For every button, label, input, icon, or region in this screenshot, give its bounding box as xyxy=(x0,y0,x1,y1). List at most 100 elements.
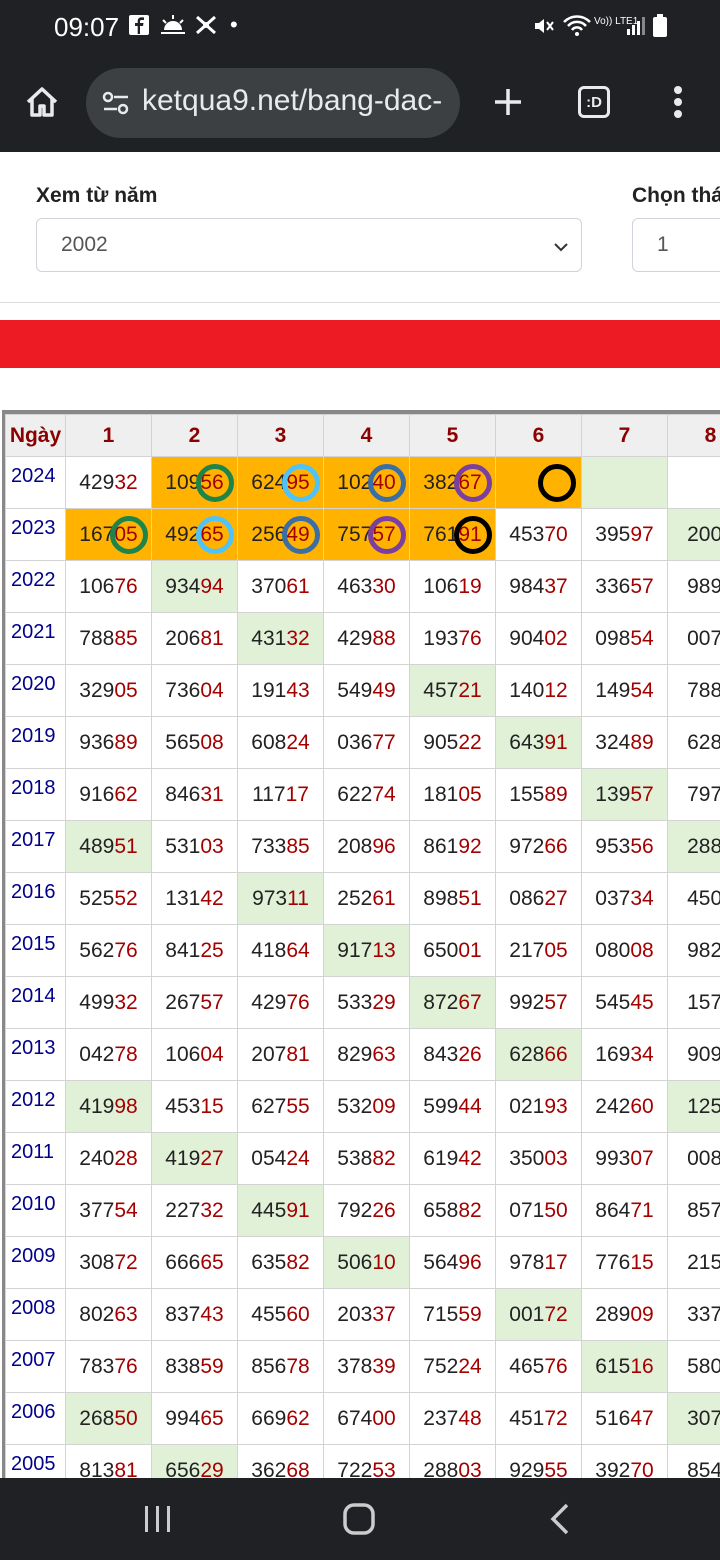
result-cell: 23748 xyxy=(409,1392,496,1445)
result-head-digits: 533 xyxy=(337,990,373,1014)
result-tail-digits: 89 xyxy=(114,730,138,754)
result-cell: 2882 xyxy=(667,820,720,873)
result-head-digits: 149 xyxy=(595,678,631,702)
result-head-digits: 465 xyxy=(509,1354,545,1378)
result-cell: 59944 xyxy=(409,1080,496,1133)
result-tail-digits: 11 xyxy=(287,886,309,910)
result-cell: 79226 xyxy=(323,1184,410,1237)
result-tail-digits: 76 xyxy=(114,574,138,598)
result-head-digits: 776 xyxy=(595,1250,631,1274)
result-tail-digits: 54 xyxy=(630,678,654,702)
table-row: 2021 78885 20681 43132 42988 19376 90402 09854 0… xyxy=(5,612,720,665)
result-head-digits: 392 xyxy=(595,1458,631,1479)
result-cell: 2004 xyxy=(667,508,720,561)
year-cell: 2010 xyxy=(5,1184,66,1237)
result-head-digits: 635 xyxy=(251,1250,287,1274)
site-settings-icon[interactable] xyxy=(102,90,130,121)
day-header: 1 xyxy=(65,414,152,457)
month-select[interactable]: 1 xyxy=(632,218,720,272)
recent-apps-icon[interactable] xyxy=(128,1496,188,1542)
result-head-digits: 203 xyxy=(337,1302,373,1326)
result-cell: 14012 xyxy=(495,664,582,717)
result-tail-digits: 42 xyxy=(200,886,224,910)
mute-icon xyxy=(532,14,556,44)
result-cell: 20681 xyxy=(151,612,238,665)
result-cell: 24260 xyxy=(581,1080,668,1133)
signal-icon xyxy=(626,14,646,42)
result-tail-digits: 51 xyxy=(114,834,138,858)
result-cell: 30872 xyxy=(65,1236,152,1289)
result-tail-digits: 24 xyxy=(458,1354,482,1378)
result-head-digits: 252 xyxy=(337,886,373,910)
result-tail-digits: 29 xyxy=(200,1458,224,1479)
result-cell: 83859 xyxy=(151,1340,238,1393)
result-tail-digits: 57 xyxy=(630,574,654,598)
result-cell: 45315 xyxy=(151,1080,238,1133)
table-row: 2022 10676 93494 37061 46330 10619 98437 33657 9… xyxy=(5,560,720,613)
result-cell: 42988 xyxy=(323,612,410,665)
back-icon[interactable] xyxy=(530,1496,590,1542)
day-header: 5 xyxy=(409,414,496,457)
result-head-digits: 455 xyxy=(251,1302,287,1326)
result-head-digits: 418 xyxy=(251,938,287,962)
more-menu-icon[interactable] xyxy=(652,76,704,128)
battery-icon xyxy=(652,14,668,44)
result-cell: 66962 xyxy=(237,1392,324,1445)
result-tail-digits: 57 xyxy=(544,990,568,1014)
result-tail-digits: 45 xyxy=(630,990,654,1014)
result-tail-digits: 76 xyxy=(286,990,310,1014)
result-cell: 46330 xyxy=(323,560,410,613)
result-cell: 25649 xyxy=(237,508,324,561)
table-row: 2024 42932 10956 62495 10240 38267 xyxy=(5,456,720,509)
table-row: 2008 80263 83743 45560 20337 71559 00172 28909 3… xyxy=(5,1288,720,1341)
url-text[interactable]: ketqua9.net/bang-dac- xyxy=(142,84,446,118)
status-time: 09:07 xyxy=(54,12,120,42)
result-head-digits: 953 xyxy=(595,834,631,858)
result-head-digits: 736 xyxy=(165,678,201,702)
result-head-digits: 846 xyxy=(165,782,201,806)
result-tail-digits: 49 xyxy=(372,678,396,702)
result-tail-digits: 32 xyxy=(114,470,138,494)
day-header: 4 xyxy=(323,414,410,457)
result-head-digits: 377 xyxy=(79,1198,115,1222)
result-cell: 89851 xyxy=(409,872,496,925)
results-table-container[interactable]: Ngày 12345678 2024 42932 10956 62495 10240 38… xyxy=(2,410,720,1478)
result-cell: 35003 xyxy=(495,1132,582,1185)
home-button-icon[interactable] xyxy=(329,1496,389,1542)
year-select[interactable]: 2002 xyxy=(36,218,582,272)
result-tail-digits: 52 xyxy=(114,886,138,910)
result-cell: 42932 xyxy=(65,456,152,509)
result-head-digits: 545 xyxy=(595,990,631,1014)
result-tail-digits: 55 xyxy=(286,1094,310,1118)
result-tail-digits: 26 xyxy=(372,1198,396,1222)
result-tail-digits: 12 xyxy=(544,678,568,702)
result-head-digits: 864 xyxy=(595,1198,631,1222)
result-head-digits: 125 xyxy=(687,1094,720,1118)
result-tail-digits: 76 xyxy=(458,626,482,650)
result-head-digits: 329 xyxy=(79,678,115,702)
result-tail-digits: 72 xyxy=(544,1406,568,1430)
result-cell: 43132 xyxy=(237,612,324,665)
result-cell: 6288 xyxy=(667,716,720,769)
result-cell: 45172 xyxy=(495,1392,582,1445)
result-tail-digits: 30 xyxy=(372,574,396,598)
result-cell: 62755 xyxy=(237,1080,324,1133)
result-head-digits: 007 xyxy=(687,626,720,650)
highlight-circle-marker xyxy=(282,464,320,502)
result-cell: 36268 xyxy=(237,1444,324,1478)
tab-switcher-button[interactable]: :D xyxy=(568,76,620,128)
result-tail-digits: 13 xyxy=(372,938,396,962)
result-head-digits: 350 xyxy=(509,1146,545,1170)
browser-toolbar: ketqua9.net/bang-dac- :D xyxy=(0,56,720,152)
result-head-digits: 217 xyxy=(509,938,545,962)
result-tail-digits: 81 xyxy=(114,1458,138,1479)
home-icon[interactable] xyxy=(16,76,68,128)
weather-icon xyxy=(160,14,186,42)
result-head-digits: 856 xyxy=(251,1354,287,1378)
result-tail-digits: 94 xyxy=(200,574,224,598)
address-bar[interactable]: ketqua9.net/bang-dac- xyxy=(86,68,460,138)
result-tail-digits: 89 xyxy=(630,730,654,754)
new-tab-icon[interactable] xyxy=(482,76,534,128)
result-head-digits: 106 xyxy=(165,1042,201,1066)
result-cell xyxy=(581,456,668,509)
